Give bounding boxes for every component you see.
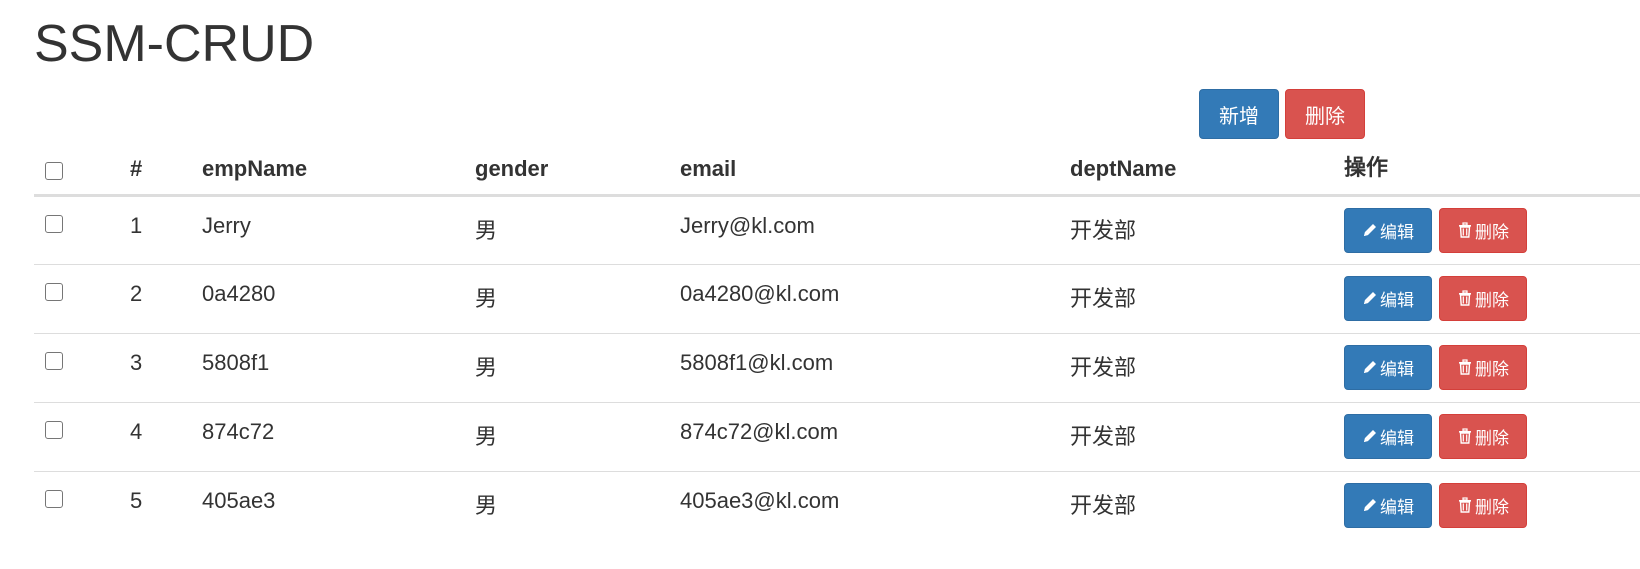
row-actions: 编辑 删除: [1344, 207, 1640, 253]
edit-button[interactable]: 编辑: [1344, 275, 1432, 321]
delete-button-label: 删除: [1475, 428, 1509, 449]
cell-dept-name: 开发部: [1070, 218, 1137, 244]
edit-button[interactable]: 编辑: [1344, 413, 1432, 459]
edit-button-label: 编辑: [1380, 290, 1414, 311]
pencil-icon: [1364, 224, 1376, 236]
delete-button-label: 删除: [1475, 222, 1509, 243]
delete-button[interactable]: 删除: [1439, 344, 1527, 390]
cell-gender: 男: [475, 470, 680, 540]
table-row: 1 Jerry 男 Jerry@kl.com 开发部 编辑 删除: [34, 195, 1640, 264]
employee-table: # empName gender email deptName 操作 1 Jerr…: [34, 143, 1640, 540]
toolbar: 新增 删除: [1199, 89, 1365, 139]
row-select-cell: [34, 470, 130, 540]
header-select-all-cell: [34, 143, 130, 197]
cell-gender: 男: [475, 332, 680, 402]
table-row: 4 874c72 男 874c72@kl.com 开发部 编辑 删除: [34, 401, 1640, 471]
cell-gender: 男: [475, 401, 680, 471]
edit-button-label: 编辑: [1380, 222, 1414, 243]
edit-button[interactable]: 编辑: [1344, 482, 1432, 528]
employee-table-body: 1 Jerry 男 Jerry@kl.com 开发部 编辑 删除 2 0a4280 男 0a4280…: [34, 195, 1640, 540]
cell-dept-name: 开发部: [1070, 470, 1344, 540]
delete-button[interactable]: 删除: [1439, 413, 1527, 459]
edit-button-label: 编辑: [1380, 359, 1414, 380]
trash-icon: [1459, 290, 1471, 306]
row-actions: 编辑 删除: [1344, 413, 1640, 459]
row-checkbox[interactable]: [45, 282, 63, 301]
cell-ops: 编辑 删除: [1344, 263, 1640, 333]
cell-dept-name: 开发部: [1070, 332, 1344, 402]
row-actions: 编辑 删除: [1344, 344, 1640, 390]
row-checkbox[interactable]: [45, 351, 63, 370]
row-select-cell: [34, 332, 130, 402]
header-emp-name: empName: [202, 143, 475, 197]
page-title: SSM-CRUD: [34, 15, 315, 73]
delete-selected-button[interactable]: 删除: [1285, 89, 1365, 139]
cell-dept-name: 开发部: [1070, 263, 1344, 333]
cell-email: 874c72@kl.com: [680, 401, 1070, 471]
trash-icon: [1459, 359, 1471, 375]
trash-icon: [1459, 428, 1471, 444]
header-id: #: [130, 143, 202, 197]
edit-button[interactable]: 编辑: [1344, 207, 1432, 253]
cell-id: 5: [130, 470, 202, 540]
cell-emp-name: 0a4280: [202, 263, 475, 333]
delete-button[interactable]: 删除: [1439, 482, 1527, 528]
table-row: 3 5808f1 男 5808f1@kl.com 开发部 编辑 删除: [34, 332, 1640, 402]
edit-button[interactable]: 编辑: [1344, 344, 1432, 390]
pencil-icon: [1364, 361, 1376, 373]
header-gender: gender: [475, 143, 680, 197]
cell-ops: 编辑 删除: [1344, 332, 1640, 402]
header-email: email: [680, 143, 1070, 197]
edit-button-label: 编辑: [1380, 428, 1414, 449]
trash-icon: [1459, 222, 1471, 238]
cell-gender: 男: [475, 218, 498, 244]
cell-emp-name: 874c72: [202, 401, 475, 471]
cell-gender: 男: [475, 263, 680, 333]
row-select-cell: [34, 401, 130, 471]
cell-email: 405ae3@kl.com: [680, 470, 1070, 540]
row-checkbox[interactable]: [45, 420, 63, 439]
cell-emp-name: 5808f1: [202, 332, 475, 402]
row-actions: 编辑 删除: [1344, 275, 1640, 321]
cell-emp-name: Jerry: [202, 212, 251, 238]
row-actions: 编辑 删除: [1344, 482, 1640, 528]
delete-button-label: 删除: [1475, 359, 1509, 380]
cell-ops: 编辑 删除: [1344, 470, 1640, 540]
row-select-cell: [34, 195, 130, 264]
cell-id: 2: [130, 263, 202, 333]
table-row: 5 405ae3 男 405ae3@kl.com 开发部 编辑 删除: [34, 470, 1640, 540]
cell-ops: 编辑 删除: [1344, 401, 1640, 471]
pencil-icon: [1364, 292, 1376, 304]
cell-email: Jerry@kl.com: [680, 212, 815, 238]
cell-email: 5808f1@kl.com: [680, 332, 1070, 402]
table-header-row: # empName gender email deptName 操作: [34, 143, 1640, 197]
edit-button-label: 编辑: [1380, 497, 1414, 518]
page: SSM-CRUD 新增 删除 # empName gender email de…: [0, 0, 1640, 569]
cell-ops: 编辑 删除: [1344, 195, 1640, 264]
select-all-checkbox[interactable]: [45, 161, 63, 180]
pencil-icon: [1364, 430, 1376, 442]
delete-button[interactable]: 删除: [1439, 275, 1527, 321]
row-checkbox[interactable]: [45, 214, 63, 233]
cell-emp-name: 405ae3: [202, 470, 475, 540]
cell-id: 3: [130, 332, 202, 402]
trash-icon: [1459, 497, 1471, 513]
pencil-icon: [1364, 499, 1376, 511]
add-employee-button[interactable]: 新增: [1199, 89, 1279, 139]
cell-email: 0a4280@kl.com: [680, 263, 1070, 333]
cell-dept-name: 开发部: [1070, 401, 1344, 471]
table-row: 2 0a4280 男 0a4280@kl.com 开发部 编辑 删除: [34, 263, 1640, 333]
row-checkbox[interactable]: [45, 489, 63, 508]
cell-id: 1: [130, 212, 143, 238]
header-dept-name: deptName: [1070, 143, 1344, 197]
delete-button-label: 删除: [1475, 290, 1509, 311]
delete-button[interactable]: 删除: [1439, 207, 1527, 253]
cell-id: 4: [130, 401, 202, 471]
header-ops: 操作: [1344, 143, 1640, 197]
delete-button-label: 删除: [1475, 497, 1509, 518]
row-select-cell: [34, 263, 130, 333]
